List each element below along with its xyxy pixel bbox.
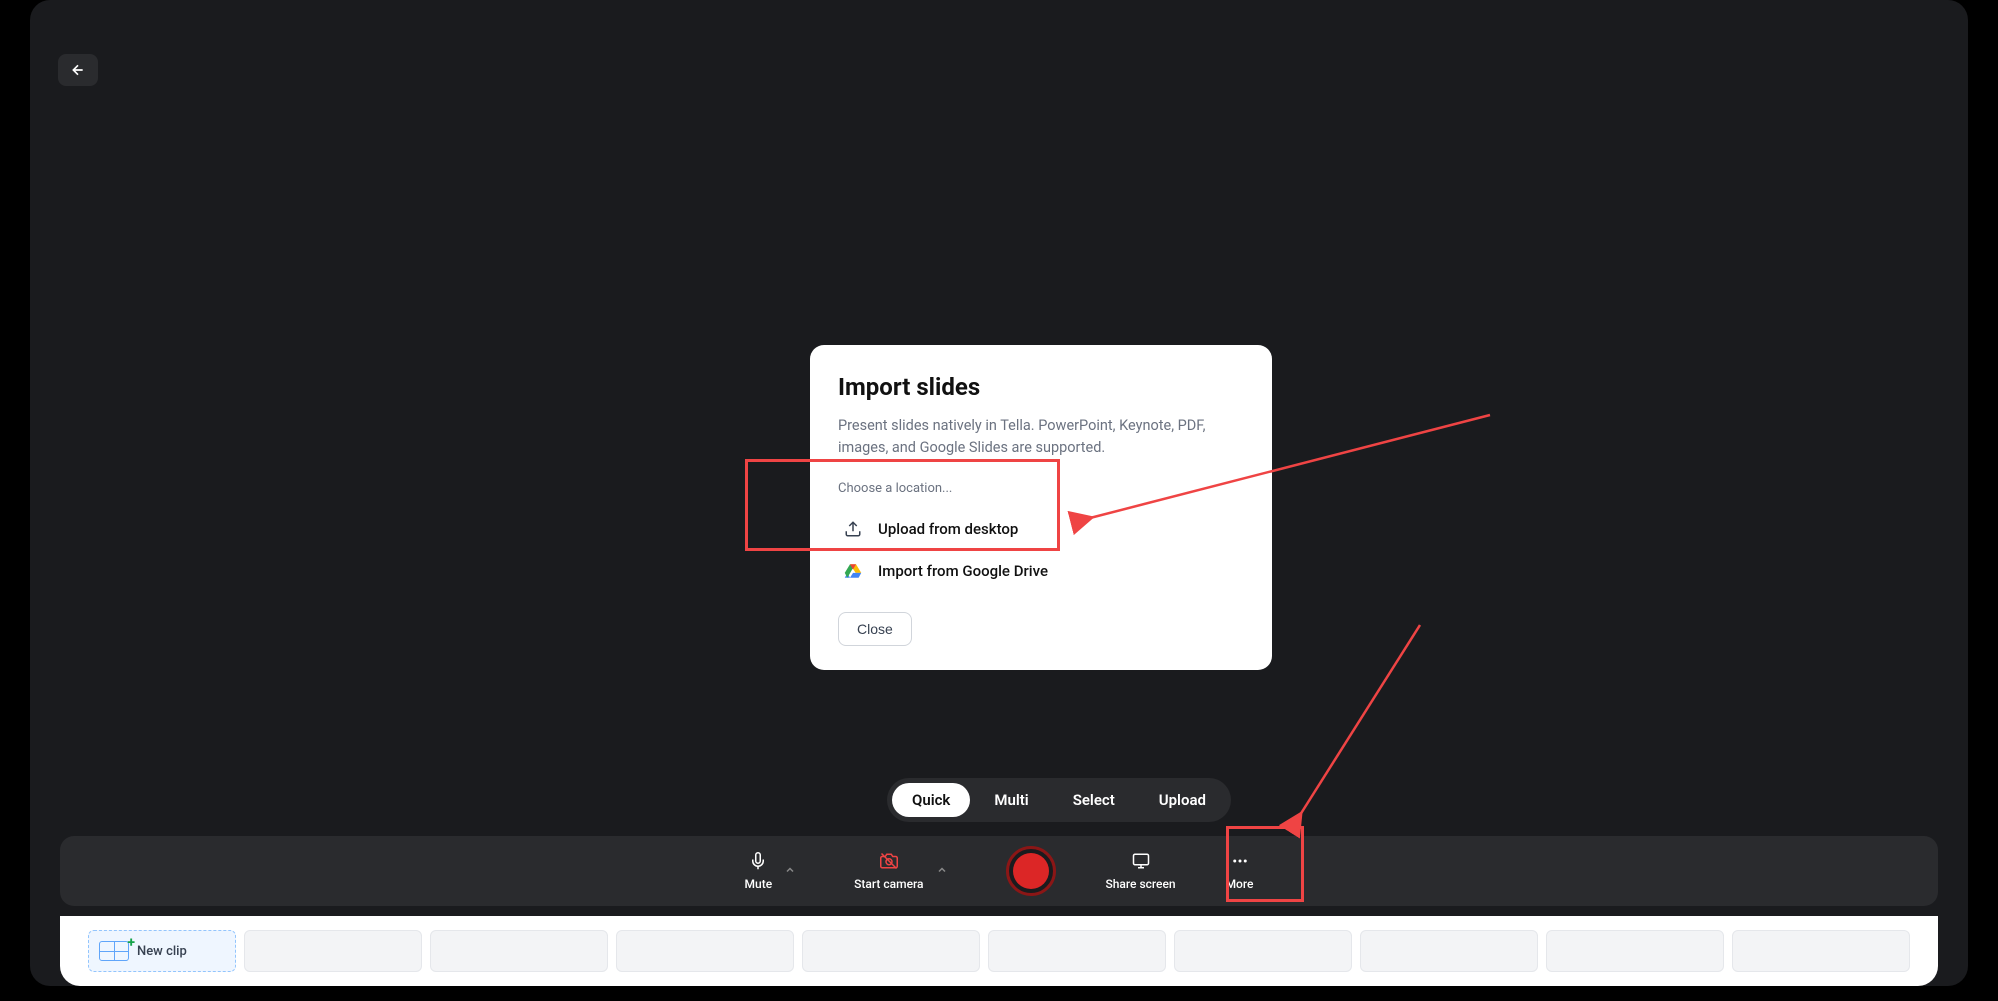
mute-chevron[interactable] (776, 864, 804, 879)
google-drive-icon (842, 560, 864, 582)
new-clip-label: New clip (137, 944, 187, 959)
more-button[interactable]: More (1226, 851, 1254, 891)
microphone-icon (748, 851, 768, 871)
timeline-slot[interactable] (430, 930, 608, 972)
mute-button[interactable]: Mute (745, 851, 773, 891)
choose-location-label: Choose a location... (838, 481, 1244, 496)
camera-label: Start camera (854, 877, 923, 891)
close-button[interactable]: Close (838, 612, 912, 646)
upload-option-label: Upload from desktop (878, 520, 1018, 538)
timeline: + New clip (60, 916, 1938, 986)
camera-button[interactable]: Start camera (854, 851, 923, 891)
more-label: More (1226, 877, 1254, 891)
main-window: Import slides Present slides natively in… (30, 0, 1968, 986)
mode-multi[interactable]: Multi (974, 783, 1048, 817)
timeline-slot[interactable] (988, 930, 1166, 972)
google-drive-option-label: Import from Google Drive (878, 562, 1048, 580)
timeline-slot[interactable] (1546, 930, 1724, 972)
mute-label: Mute (745, 877, 773, 891)
import-google-drive-option[interactable]: Import from Google Drive (838, 550, 1244, 592)
import-slides-modal: Import slides Present slides natively in… (810, 345, 1272, 670)
timeline-slot[interactable] (1174, 930, 1352, 972)
camera-chevron[interactable] (928, 864, 956, 879)
mode-selector: Quick Multi Select Upload (887, 778, 1231, 822)
modal-title: Import slides (838, 373, 1244, 401)
timeline-slot[interactable] (1360, 930, 1538, 972)
record-button[interactable] (1006, 846, 1056, 896)
share-screen-button[interactable]: Share screen (1106, 851, 1176, 891)
mode-upload[interactable]: Upload (1139, 783, 1226, 817)
share-label: Share screen (1106, 877, 1176, 891)
modal-description: Present slides natively in Tella. PowerP… (838, 415, 1244, 459)
timeline-slot[interactable] (802, 930, 980, 972)
recording-toolbar: Mute Start camera (60, 836, 1938, 906)
camera-off-icon (879, 851, 899, 871)
new-clip-icon: + (99, 941, 129, 961)
timeline-slot[interactable] (244, 930, 422, 972)
timeline-slot[interactable] (616, 930, 794, 972)
monitor-icon (1131, 851, 1151, 871)
back-button[interactable] (58, 54, 98, 86)
mode-quick[interactable]: Quick (892, 783, 970, 817)
timeline-slot[interactable] (1732, 930, 1910, 972)
upload-from-desktop-option[interactable]: Upload from desktop (838, 508, 1244, 550)
more-horizontal-icon (1230, 851, 1250, 871)
upload-icon (842, 518, 864, 540)
arrow-left-icon (70, 62, 86, 78)
new-clip-button[interactable]: + New clip (88, 930, 236, 972)
mode-select[interactable]: Select (1053, 783, 1135, 817)
